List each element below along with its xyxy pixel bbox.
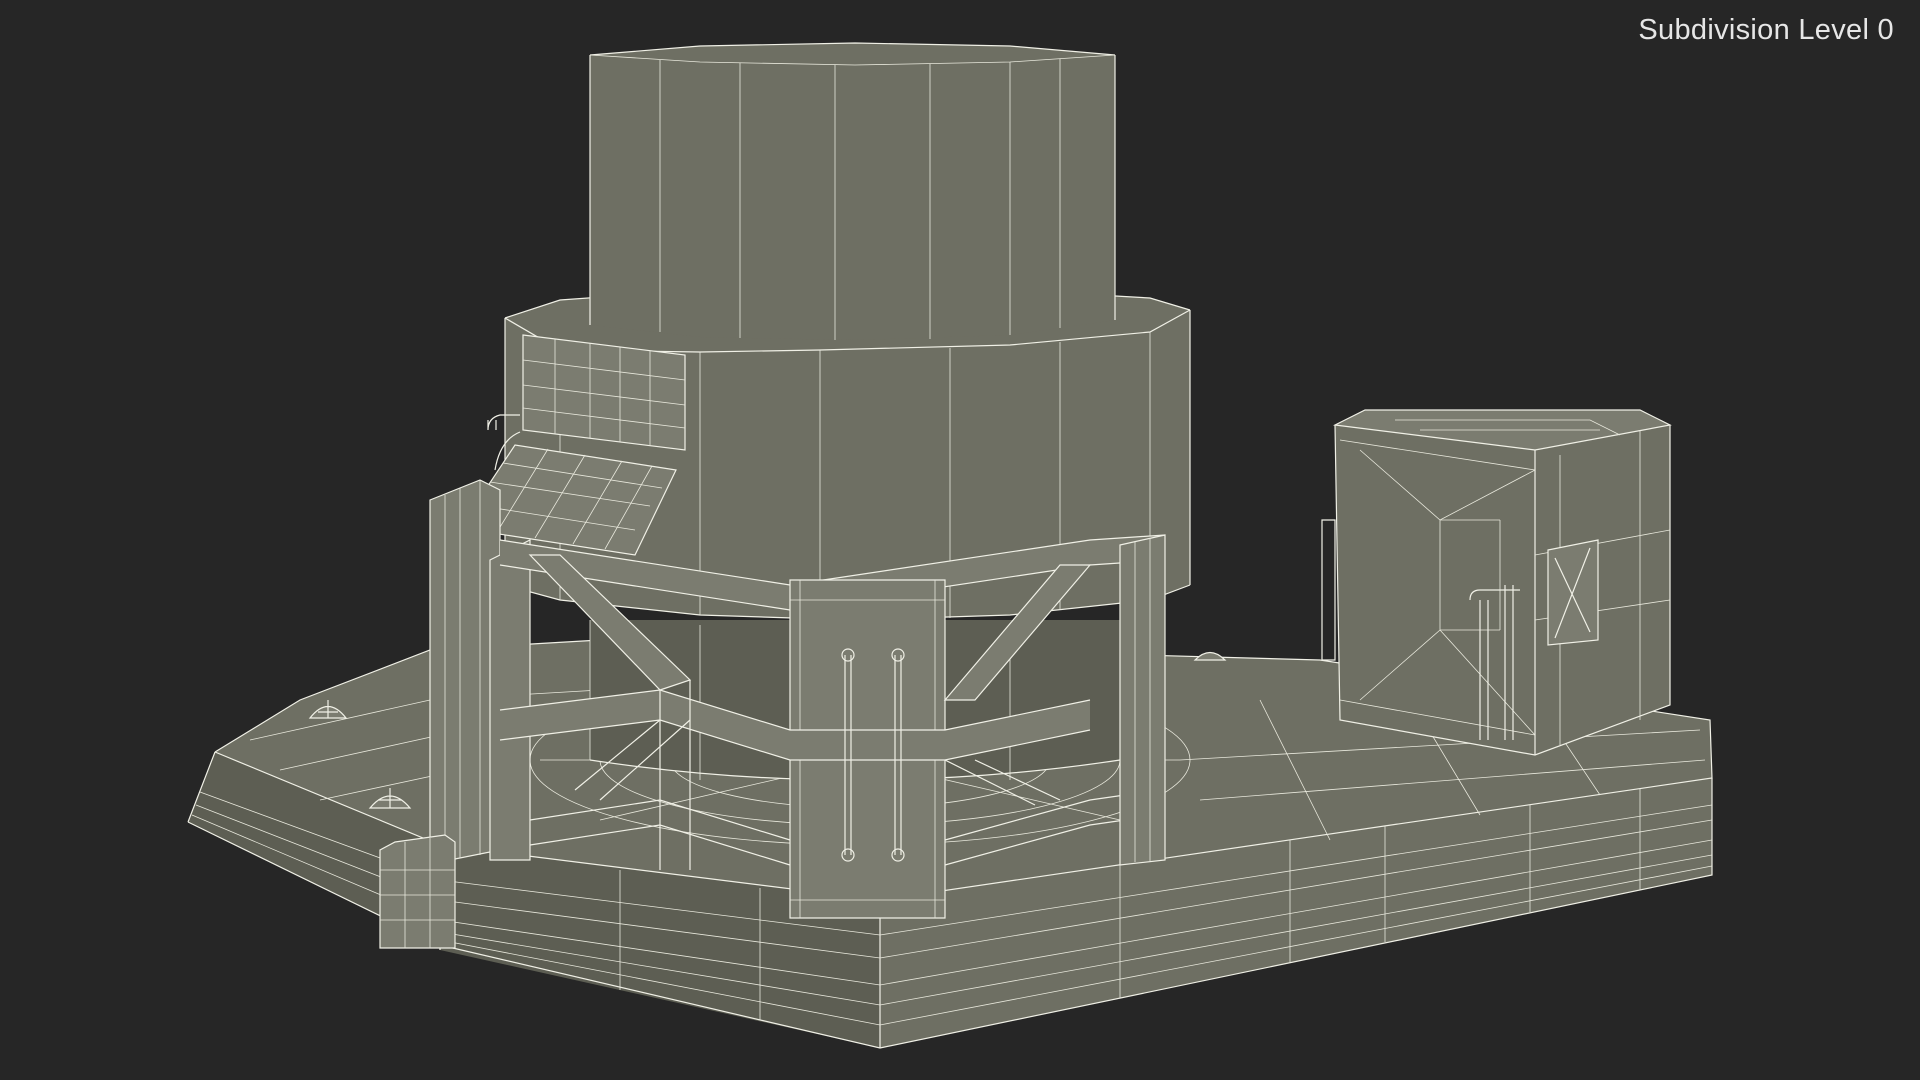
grid-panel [522,334,686,451]
tank-upper-cylinder [589,42,1116,340]
render-viewport: Subdivision Level 0 [0,0,1920,1080]
equipment-box [1321,409,1672,756]
front-left-box [379,834,456,949]
wireframe-model [187,42,1713,1049]
